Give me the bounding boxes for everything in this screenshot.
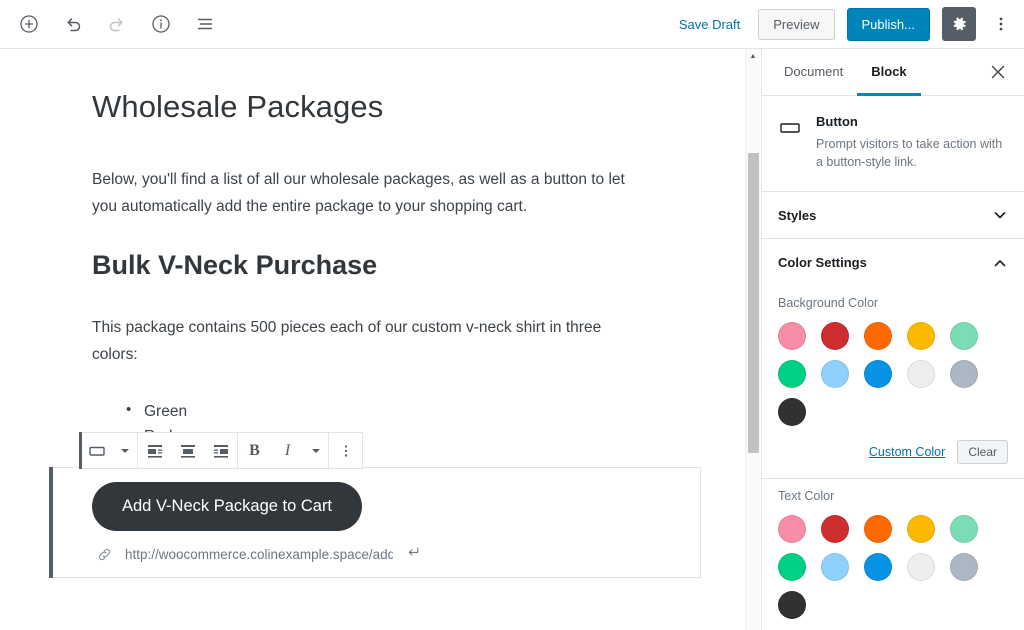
color-swatch[interactable] bbox=[907, 322, 935, 350]
color-swatch[interactable] bbox=[778, 398, 806, 426]
color-swatch[interactable] bbox=[778, 322, 806, 350]
color-swatch[interactable] bbox=[778, 553, 806, 581]
block-options-group bbox=[329, 433, 362, 468]
chevron-down-icon bbox=[992, 207, 1008, 223]
gear-icon[interactable] bbox=[942, 7, 976, 41]
block-navigation-icon[interactable] bbox=[188, 7, 222, 41]
selected-button-block[interactable]: Add V-Neck Package to Cart bbox=[49, 467, 701, 578]
publish-button[interactable]: Publish... bbox=[847, 8, 930, 41]
panel-styles-label: Styles bbox=[778, 208, 816, 223]
color-swatch[interactable] bbox=[778, 515, 806, 543]
url-input[interactable] bbox=[125, 547, 393, 562]
color-swatch[interactable] bbox=[907, 515, 935, 543]
color-swatch[interactable] bbox=[821, 553, 849, 581]
add-block-icon[interactable] bbox=[12, 7, 46, 41]
block-info-card: Button Prompt visitors to take action wi… bbox=[762, 96, 1024, 192]
color-swatch[interactable] bbox=[864, 553, 892, 581]
color-swatch[interactable] bbox=[821, 322, 849, 350]
color-swatch[interactable] bbox=[950, 553, 978, 581]
kebab-menu-icon[interactable] bbox=[988, 7, 1014, 41]
panel-styles[interactable]: Styles bbox=[762, 192, 1024, 239]
top-bar-left-tools bbox=[0, 7, 222, 41]
button-block-icon[interactable] bbox=[80, 433, 113, 468]
panel-color-settings-label: Color Settings bbox=[778, 255, 867, 270]
redo-icon[interactable] bbox=[100, 7, 134, 41]
color-swatch[interactable] bbox=[950, 515, 978, 543]
background-color-section: Background Color Custom Color Clear bbox=[762, 286, 1024, 479]
italic-button[interactable]: I bbox=[271, 433, 304, 468]
color-swatch[interactable] bbox=[778, 360, 806, 388]
info-icon[interactable] bbox=[144, 7, 178, 41]
block-type-group bbox=[80, 433, 138, 468]
color-swatch[interactable] bbox=[907, 553, 935, 581]
editor-top-bar: Save Draft Preview Publish... bbox=[0, 0, 1024, 49]
return-arrow-icon[interactable] bbox=[405, 544, 421, 564]
color-swatch[interactable] bbox=[821, 360, 849, 388]
url-input-row bbox=[96, 544, 421, 564]
italic-label: I bbox=[285, 442, 290, 460]
custom-color-link[interactable]: Custom Color bbox=[869, 445, 945, 459]
color-swatch[interactable] bbox=[907, 360, 935, 388]
block-title: Button bbox=[816, 114, 1008, 129]
background-color-swatches bbox=[778, 322, 993, 426]
page-title[interactable]: Wholesale Packages bbox=[92, 89, 640, 125]
scrollbar-thumb[interactable] bbox=[748, 153, 759, 453]
color-swatch[interactable] bbox=[778, 591, 806, 619]
color-swatch[interactable] bbox=[864, 322, 892, 350]
panel-color-settings[interactable]: Color Settings bbox=[762, 239, 1024, 286]
kebab-menu-icon[interactable] bbox=[329, 433, 362, 468]
align-left-icon[interactable] bbox=[138, 433, 171, 468]
block-toolbar: B I bbox=[79, 432, 363, 469]
tab-document[interactable]: Document bbox=[770, 49, 857, 96]
settings-sidebar: Document Block Button Prompt visitors to… bbox=[761, 49, 1024, 630]
undo-icon[interactable] bbox=[56, 7, 90, 41]
text-color-swatches bbox=[778, 515, 993, 619]
formatting-group: B I bbox=[238, 433, 329, 468]
background-color-label: Background Color bbox=[778, 296, 1008, 310]
section-paragraph[interactable]: This package contains 500 pieces each of… bbox=[92, 315, 640, 368]
bold-label: B bbox=[249, 442, 260, 460]
color-swatch[interactable] bbox=[864, 515, 892, 543]
intro-paragraph[interactable]: Below, you'll find a list of all our who… bbox=[92, 167, 640, 220]
alignment-group bbox=[138, 433, 238, 468]
clear-button[interactable]: Clear bbox=[957, 440, 1008, 464]
color-swatch[interactable] bbox=[821, 515, 849, 543]
align-center-icon[interactable] bbox=[171, 433, 204, 468]
preview-button[interactable]: Preview bbox=[758, 9, 834, 40]
sidebar-tabs: Document Block bbox=[762, 49, 1024, 96]
top-bar-right-tools: Save Draft Preview Publish... bbox=[673, 7, 1024, 41]
tab-block[interactable]: Block bbox=[857, 49, 920, 96]
chevron-down-icon[interactable] bbox=[113, 433, 137, 468]
arrow-up-icon[interactable]: ▲ bbox=[746, 49, 760, 64]
section-heading[interactable]: Bulk V-Neck Purchase bbox=[92, 250, 640, 281]
link-icon bbox=[96, 546, 113, 563]
text-color-section: Text Color Custom Color Clear bbox=[762, 479, 1024, 630]
color-swatch[interactable] bbox=[864, 360, 892, 388]
button-block-icon bbox=[778, 114, 802, 171]
block-description: Prompt visitors to take action with a bu… bbox=[816, 135, 1008, 171]
align-right-icon[interactable] bbox=[204, 433, 237, 468]
canvas-scrollbar[interactable]: ▲ bbox=[745, 49, 760, 630]
background-color-actions: Custom Color Clear bbox=[778, 440, 1008, 464]
chevron-up-icon bbox=[992, 255, 1008, 271]
color-swatch[interactable] bbox=[950, 322, 978, 350]
list-item[interactable]: Green bbox=[126, 399, 640, 424]
close-icon[interactable] bbox=[980, 49, 1016, 95]
save-draft-button[interactable]: Save Draft bbox=[673, 13, 746, 36]
text-color-label: Text Color bbox=[778, 489, 1008, 503]
chevron-down-icon[interactable] bbox=[304, 433, 328, 468]
post-content: Wholesale Packages Below, you'll find a … bbox=[0, 49, 700, 449]
bold-button[interactable]: B bbox=[238, 433, 271, 468]
color-swatch[interactable] bbox=[950, 360, 978, 388]
cta-button[interactable]: Add V-Neck Package to Cart bbox=[92, 482, 362, 531]
